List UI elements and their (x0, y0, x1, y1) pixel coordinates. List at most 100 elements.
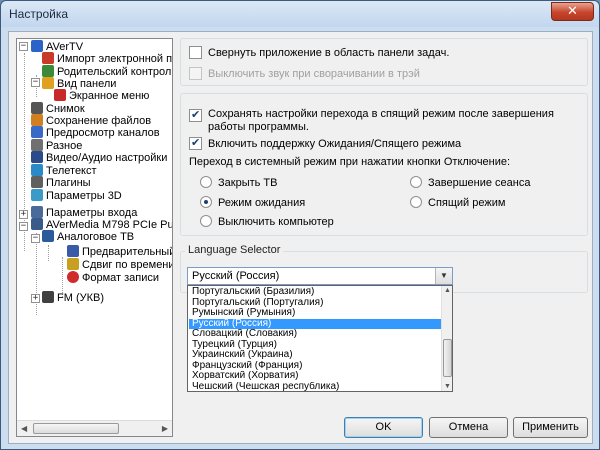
window-title: Настройка (9, 7, 69, 21)
radio-shutdown[interactable]: Выключить компьютер (200, 215, 334, 228)
save-sleep-checkbox[interactable] (189, 108, 202, 122)
list-item[interactable]: Португальский (Португалия) (189, 298, 441, 308)
scrollbar-thumb[interactable] (33, 423, 119, 434)
tree-item-label: FM (УКВ) (57, 292, 104, 304)
tree-item-label: Предросмотр каналов (46, 127, 160, 139)
list-item[interactable]: Хорватский (Хорватия) (189, 371, 441, 381)
minimize-tray-option[interactable]: Свернуть приложение в область панели зад… (189, 46, 449, 59)
tree-item-label: Плагины (46, 177, 91, 189)
radio-logoff-button[interactable] (410, 176, 422, 188)
radio-logoff-label: Завершение сеанса (428, 177, 531, 189)
tree-item-label: Импорт электронной прогр (57, 53, 173, 65)
list-item[interactable]: Украинский (Украина) (189, 350, 441, 360)
tree-item-channel-preview[interactable]: Предросмотр каналов (31, 126, 160, 140)
radio-shutdown-button[interactable] (200, 215, 212, 227)
enable-standby-label: Включить поддержку Ожидания/Спящего режи… (208, 138, 462, 150)
radio-logoff[interactable]: Завершение сеанса (410, 176, 530, 189)
tree-item-epg-import[interactable]: Импорт электронной прогр (42, 52, 173, 66)
folder-icon (31, 114, 43, 126)
cancel-button[interactable]: Отмена (429, 417, 508, 438)
misc-icon (31, 139, 43, 151)
tree-item-record-format[interactable]: Формат записи (67, 271, 159, 285)
tree-item-video-audio[interactable]: Видео/Аудио настройки (31, 151, 167, 165)
expand-icon[interactable]: + (31, 294, 40, 303)
off-button-label: Переход в системный режим при нажатии кн… (189, 156, 511, 168)
tree-item-label: Экранное меню (69, 90, 150, 102)
tree-item-3d[interactable]: Параметры 3D (31, 189, 122, 203)
tree-item-label: Формат записи (82, 272, 160, 284)
tree-item-plugins[interactable]: Плагины (31, 176, 91, 190)
list-item-selected[interactable]: Русский (Россия) (189, 318, 441, 329)
tv-icon (42, 230, 54, 242)
radio-icon (42, 291, 54, 303)
mute-tray-checkbox (189, 67, 202, 80)
language-group-legend: Language Selector (185, 244, 284, 256)
apply-button[interactable]: Применить (513, 417, 588, 438)
collapse-icon[interactable]: − (19, 42, 28, 51)
collapse-icon[interactable]: − (31, 234, 40, 243)
scroll-left-icon[interactable]: ◀ (21, 424, 27, 433)
scroll-up-icon[interactable]: ▲ (444, 287, 451, 294)
list-item[interactable]: Французский (Франция) (189, 361, 441, 371)
tree-horizontal-scrollbar[interactable]: ◀ ▶ (17, 420, 172, 436)
text-icon (31, 164, 43, 176)
radio-close-tv[interactable]: Закрыть ТВ (200, 176, 277, 189)
ok-button[interactable]: OK (344, 417, 423, 438)
radio-hibernate[interactable]: Спящий режим (410, 196, 505, 209)
eye-icon (31, 126, 43, 138)
tree-item-preview[interactable]: Предварительный (67, 245, 173, 259)
scroll-down-icon[interactable]: ▼ (444, 383, 451, 390)
minimize-tray-label: Свернуть приложение в область панели зад… (208, 47, 450, 59)
list-item[interactable]: Словацкий (Словакия) (189, 329, 441, 339)
tree-item-label: Аналоговое ТВ (57, 231, 135, 243)
language-select[interactable]: Русский (Россия) ▼ (187, 267, 453, 285)
scrollbar-thumb[interactable] (443, 339, 452, 377)
tree-item-osd[interactable]: Экранное меню (54, 89, 149, 103)
mute-tray-option: Выключить звук при сворачивании в трэй (189, 67, 420, 80)
enable-standby-option[interactable]: Включить поддержку Ожидания/Спящего режи… (189, 136, 462, 150)
plugin-icon (31, 176, 43, 188)
osd-icon (54, 89, 66, 101)
tree-item-analog-tv[interactable]: Аналоговое ТВ (42, 230, 134, 244)
enable-standby-checkbox[interactable] (189, 136, 202, 150)
save-sleep-option[interactable]: Сохранять настройки перехода в спящий ре… (189, 108, 569, 134)
input-icon (31, 206, 43, 218)
language-selected-value: Русский (Россия) (192, 270, 280, 282)
title-bar[interactable]: Настройка ✕ (1, 1, 599, 27)
minimize-tray-checkbox[interactable] (189, 46, 202, 59)
settings-window: Настройка ✕ − − + − − + AVerTV Импорт эл… (0, 0, 600, 450)
tree-item-label: Параметры 3D (46, 190, 122, 202)
expand-icon[interactable]: + (19, 210, 28, 219)
tree-item-timeshift[interactable]: Сдвиг по времени (67, 258, 173, 272)
radio-standby[interactable]: Режим ожидания (200, 196, 305, 209)
dialog-client: − − + − − + AVerTV Импорт электронной пр… (8, 31, 593, 444)
settings-tree[interactable]: − − + − − + AVerTV Импорт электронной пр… (16, 38, 173, 437)
panel-icon (42, 77, 54, 89)
list-item[interactable]: Турецкий (Турция) (189, 340, 441, 350)
epg-icon (42, 52, 54, 64)
chevron-down-icon[interactable]: ▼ (435, 268, 452, 284)
radio-hibernate-button[interactable] (410, 196, 422, 208)
dropdown-scrollbar[interactable]: ▲ ▼ (441, 286, 452, 391)
tree-item-label: Сдвиг по времени (82, 259, 173, 271)
tree-item-label: Предварительный (82, 246, 173, 258)
list-item[interactable]: Румынский (Румыния) (189, 308, 441, 318)
tree-item-fm[interactable]: FM (УКВ) (42, 291, 104, 305)
radio-close-tv-button[interactable] (200, 176, 212, 188)
collapse-icon[interactable]: − (19, 222, 28, 231)
close-button[interactable]: ✕ (551, 2, 594, 21)
preview-icon (67, 245, 79, 257)
language-dropdown-list[interactable]: Португальский (Бразилия) Португальский (… (187, 285, 453, 392)
lock-icon (42, 65, 54, 77)
list-item[interactable]: Чешский (Чешская республика) (189, 382, 441, 392)
collapse-icon[interactable]: − (31, 78, 40, 87)
scroll-right-icon[interactable]: ▶ (162, 424, 168, 433)
radio-shutdown-label: Выключить компьютер (218, 216, 334, 228)
tools-icon (31, 151, 43, 163)
camera-icon (31, 102, 43, 114)
radio-hibernate-label: Спящий режим (428, 197, 506, 209)
radio-standby-button[interactable] (200, 196, 212, 208)
tv-icon (31, 40, 43, 52)
device-icon (31, 218, 43, 230)
list-item[interactable]: Португальский (Бразилия) (189, 287, 441, 297)
